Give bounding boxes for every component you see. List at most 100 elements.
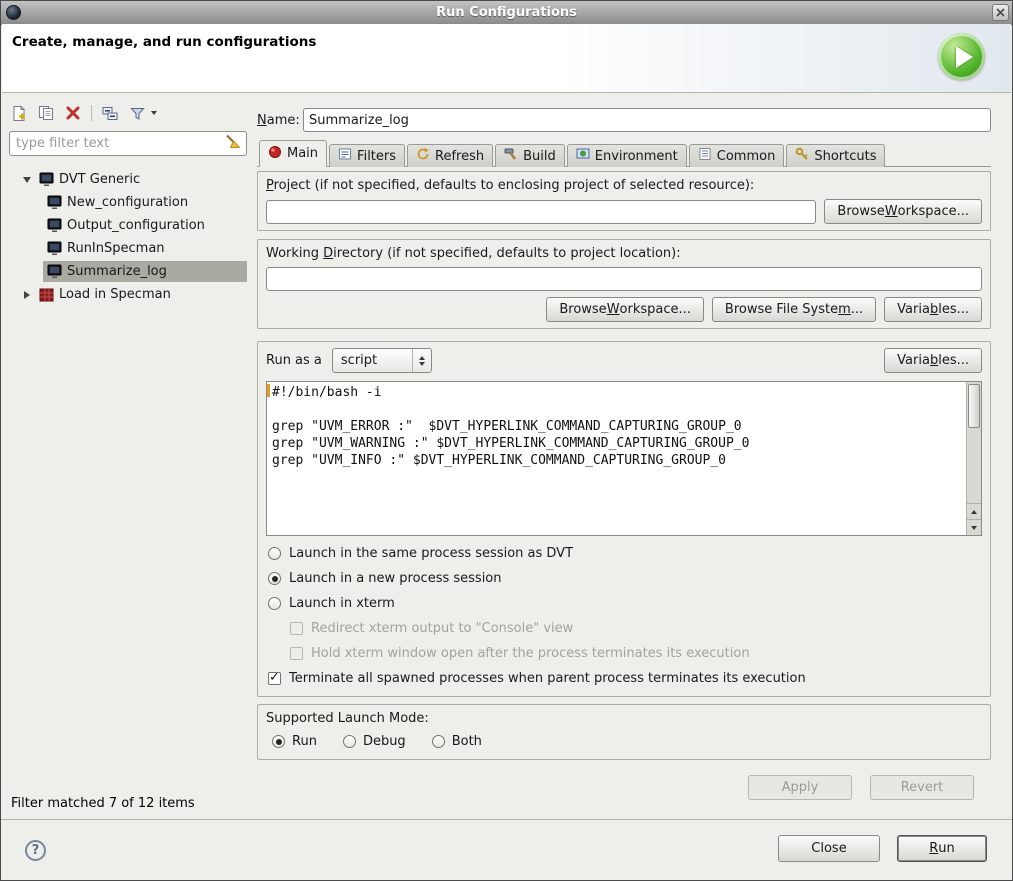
tree-item-load-in-specman[interactable]: Load in Specman	[9, 283, 247, 306]
run-configurations-dialog: Run Configurations Create, manage, and r…	[0, 0, 1013, 881]
project-group: Project (if not specified, defaults to e…	[257, 171, 991, 231]
console-icon	[47, 218, 62, 233]
script-text[interactable]: #!/bin/bash -i grep "UVM_ERROR :" $DVT_H…	[272, 384, 961, 533]
run-as-selected-value: script	[333, 353, 412, 368]
refresh-tab-icon	[416, 147, 430, 165]
configurations-panel: DVT Generic New_configuration Output_con…	[9, 101, 247, 813]
launch-mode-options: Run Debug Both	[266, 732, 982, 753]
radio-icon[interactable]	[268, 547, 281, 560]
filter-input[interactable]	[14, 135, 224, 152]
scroll-down-button[interactable]	[967, 519, 981, 535]
console-icon	[47, 195, 62, 210]
specman-icon	[39, 288, 54, 302]
expander-closed-icon[interactable]	[19, 291, 35, 299]
tab-label: Shortcuts	[814, 149, 876, 164]
tree-item-label: Load in Specman	[59, 287, 171, 302]
play-triangle-icon	[956, 46, 973, 68]
configuration-detail-panel: Name: Main Filters Refresh Build E	[257, 101, 991, 760]
wd-browse-workspace-button[interactable]: Browse Workspace...	[546, 297, 704, 322]
radio-icon[interactable]	[432, 735, 445, 748]
radio-icon[interactable]	[343, 735, 356, 748]
dropdown-caret-icon[interactable]	[151, 111, 157, 115]
delete-icon[interactable]	[63, 103, 83, 123]
apply-button[interactable]: Apply	[748, 775, 852, 800]
tab-filters[interactable]: Filters	[329, 144, 405, 167]
script-scrollbar[interactable]	[966, 382, 981, 535]
tab-main[interactable]: Main	[259, 140, 327, 167]
radio-mode-debug[interactable]: Debug	[343, 734, 406, 749]
radio-icon[interactable]	[268, 572, 281, 585]
checkbox-icon[interactable]	[268, 672, 281, 685]
radio-mode-run[interactable]: Run	[272, 734, 317, 749]
wd-browse-file-system-button[interactable]: Browse File System...	[712, 297, 876, 322]
working-directory-group: Working Directory (if not specified, def…	[257, 239, 991, 329]
radio-launch-new-session[interactable]: Launch in a new process session	[266, 571, 982, 586]
tree-item-label: Summarize_log	[67, 264, 167, 279]
titlebar: Run Configurations	[1, 1, 1012, 25]
tab-label: Common	[717, 149, 776, 164]
checkbox-terminate-spawned[interactable]: Terminate all spawned processes when par…	[266, 671, 982, 686]
scroll-up-button[interactable]	[967, 503, 981, 519]
clear-filter-broom-icon[interactable]	[224, 133, 242, 154]
run-button[interactable]: Run	[897, 835, 987, 862]
close-icon[interactable]	[992, 4, 1009, 21]
radio-icon[interactable]	[272, 735, 285, 748]
run-as-label: Run as a	[266, 353, 322, 368]
name-row: Name:	[257, 108, 991, 132]
configurations-tree: DVT Generic New_configuration Output_con…	[9, 168, 247, 306]
console-icon	[47, 241, 62, 256]
console-icon	[47, 264, 62, 279]
tree-item-new-configuration[interactable]: New_configuration	[9, 191, 247, 214]
project-browse-workspace-button[interactable]: Browse Workspace...	[824, 199, 982, 224]
expander-open-icon[interactable]	[19, 177, 35, 183]
tree-item-dvt-generic[interactable]: DVT Generic	[9, 168, 247, 191]
console-icon	[39, 172, 54, 187]
combo-spinner-icon[interactable]	[412, 349, 431, 372]
tab-build[interactable]: Build	[495, 144, 565, 167]
help-icon[interactable]: ?	[25, 840, 46, 861]
tree-item-runinspecman[interactable]: RunInSpecman	[9, 237, 247, 260]
filter-icon[interactable]	[127, 103, 147, 123]
script-editor[interactable]: #!/bin/bash -i grep "UVM_ERROR :" $DVT_H…	[266, 381, 982, 536]
project-label: Project (if not specified, defaults to e…	[266, 178, 982, 193]
run-as-combo[interactable]: script	[332, 348, 432, 373]
name-input[interactable]	[303, 108, 991, 132]
radio-mode-both[interactable]: Both	[432, 734, 482, 749]
checkbox-hold-xterm[interactable]: Hold xterm window open after the process…	[266, 646, 982, 661]
checkbox-icon[interactable]	[290, 647, 303, 660]
radio-launch-same-session[interactable]: Launch in the same process session as DV…	[266, 546, 982, 561]
radio-icon[interactable]	[268, 597, 281, 610]
tab-label: Main	[287, 146, 318, 161]
wd-variables-button[interactable]: Variables...	[884, 297, 982, 322]
scrollbar-thumb[interactable]	[968, 384, 980, 428]
checkbox-redirect-xterm[interactable]: Redirect xterm output to "Console" view	[266, 621, 982, 636]
duplicate-icon[interactable]	[36, 103, 56, 123]
tree-item-label: RunInSpecman	[67, 241, 165, 256]
tab-common[interactable]: Common	[689, 144, 785, 167]
run-as-row: Run as a script Variables...	[266, 348, 982, 373]
footer: ? Close Run	[1, 820, 1012, 880]
close-button[interactable]: Close	[778, 835, 880, 862]
tab-shortcuts[interactable]: Shortcuts	[786, 144, 885, 167]
tree-item-output-configuration[interactable]: Output_configuration	[9, 214, 247, 237]
working-directory-label: Working Directory (if not specified, def…	[266, 246, 982, 261]
radio-launch-xterm[interactable]: Launch in xterm	[266, 596, 982, 611]
working-directory-input[interactable]	[266, 267, 982, 291]
tab-environment[interactable]: Environment	[567, 144, 687, 167]
name-label: Name:	[257, 113, 303, 128]
launch-mode-label: Supported Launch Mode:	[266, 711, 982, 726]
run-configurations-icon	[938, 33, 985, 80]
tab-bar: Main Filters Refresh Build Environment C…	[257, 140, 991, 167]
project-input[interactable]	[266, 200, 816, 224]
main-tab-icon	[268, 145, 282, 163]
new-configuration-icon[interactable]	[9, 103, 29, 123]
checkbox-icon[interactable]	[290, 622, 303, 635]
collapse-all-icon[interactable]	[100, 103, 120, 123]
tree-item-label: Output_configuration	[67, 218, 205, 233]
script-variables-button[interactable]: Variables...	[884, 348, 982, 373]
tree-item-summarize-log[interactable]: Summarize_log	[9, 260, 247, 283]
run-group: Run as a script Variables... #!/bin/bash…	[257, 341, 991, 697]
tab-label: Build	[523, 149, 556, 164]
revert-button[interactable]: Revert	[870, 775, 974, 800]
tab-refresh[interactable]: Refresh	[407, 144, 493, 167]
